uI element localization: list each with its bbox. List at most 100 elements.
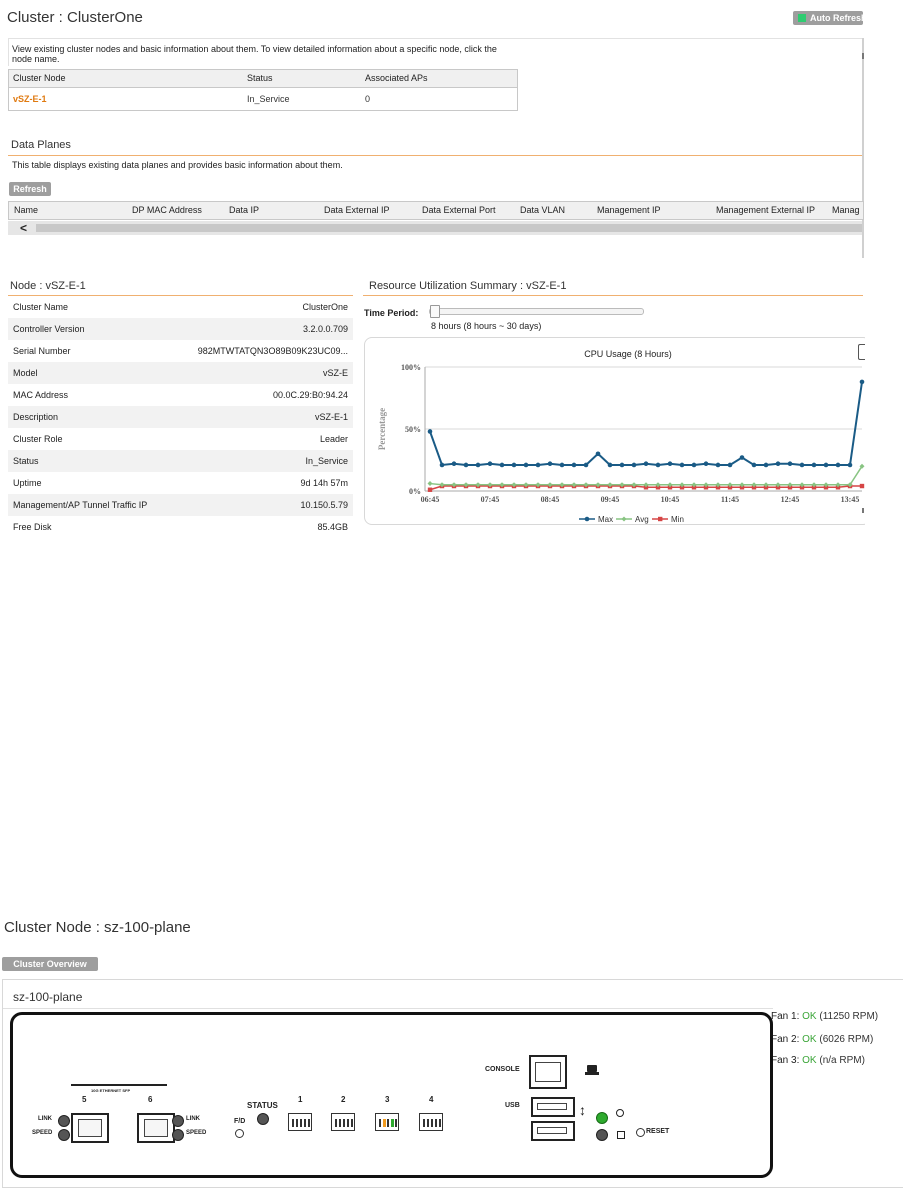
data-point-max bbox=[811, 462, 817, 468]
legend-marker-max bbox=[584, 516, 590, 522]
data-point-min bbox=[427, 487, 433, 492]
column-header-data-vlan[interactable]: Data VLAN bbox=[520, 205, 565, 215]
column-header-management-truncated[interactable]: Manag bbox=[832, 205, 863, 215]
sfp-port-6-number: 6 bbox=[148, 1095, 153, 1104]
column-header-management-external-ip[interactable]: Management External IP bbox=[716, 205, 815, 215]
node-detail-key: Controller Version bbox=[13, 324, 85, 334]
vertical-scrollbar[interactable] bbox=[862, 38, 864, 258]
data-point-max bbox=[559, 462, 565, 468]
x-tick-label: 09:45 bbox=[601, 495, 620, 504]
node-detail-row: Uptime 9d 14h 57m bbox=[8, 472, 353, 494]
right-clip-area bbox=[865, 0, 903, 540]
fan-label: Fan 3: bbox=[771, 1055, 800, 1066]
status-label: STATUS bbox=[247, 1101, 278, 1110]
data-point-max bbox=[499, 462, 505, 468]
data-point-max bbox=[595, 451, 601, 457]
data-point-min bbox=[859, 483, 865, 489]
fan-rpm: (11250 RPM) bbox=[819, 1011, 879, 1022]
series-line-max bbox=[429, 381, 863, 467]
fan-status-row: Fan 2: OK (6026 RPM) bbox=[771, 1034, 873, 1045]
node-detail-value: 10.150.5.79 bbox=[300, 500, 348, 510]
rj45-port-1[interactable] bbox=[288, 1113, 312, 1131]
auto-refresh-label: Auto Refresh bbox=[810, 13, 863, 23]
fd-button-icon[interactable] bbox=[235, 1129, 244, 1138]
column-header-data-external-port[interactable]: Data External Port bbox=[422, 205, 496, 215]
column-header-management-ip[interactable]: Management IP bbox=[597, 205, 661, 215]
sfp-port-5[interactable] bbox=[71, 1113, 109, 1143]
status-led-icon bbox=[257, 1113, 269, 1125]
fan-ok: OK bbox=[802, 1055, 817, 1066]
resource-title: Resource Utilization Summary : vSZ-E-1 bbox=[369, 280, 567, 292]
fan-label: Fan 2: bbox=[771, 1034, 800, 1045]
usb-port-2[interactable] bbox=[531, 1121, 575, 1141]
data-point-max bbox=[823, 462, 829, 468]
sfp-port-5-number: 5 bbox=[82, 1095, 87, 1104]
node-detail-value: vSZ-E bbox=[322, 368, 348, 378]
time-period-slider[interactable] bbox=[429, 305, 644, 318]
y-axis-label: Percentage bbox=[377, 408, 387, 450]
rj45-port-number: 4 bbox=[429, 1095, 434, 1104]
x-tick-label: 12:45 bbox=[781, 495, 800, 504]
node-detail-row: Controller Version 3.2.0.0.709 bbox=[8, 318, 353, 340]
data-point-max bbox=[583, 462, 589, 468]
slider-handle[interactable] bbox=[430, 305, 440, 318]
chart-menu-button[interactable] bbox=[858, 344, 865, 360]
legend-marker-min bbox=[658, 516, 663, 522]
auto-refresh-button[interactable]: Auto Refresh bbox=[793, 11, 863, 25]
data-point-max bbox=[859, 379, 865, 385]
fan-rpm: (6026 RPM) bbox=[819, 1034, 874, 1045]
x-tick-label: 08:45 bbox=[541, 495, 560, 504]
console-port[interactable] bbox=[529, 1055, 567, 1089]
data-point-max bbox=[787, 461, 793, 467]
sfp-port-6[interactable] bbox=[137, 1113, 175, 1143]
data-point-max bbox=[463, 462, 469, 468]
rj45-port-4[interactable] bbox=[419, 1113, 443, 1131]
node-detail-key: Management/AP Tunnel Traffic IP bbox=[13, 500, 148, 510]
data-point-max bbox=[547, 461, 553, 467]
stop-icon bbox=[617, 1131, 625, 1139]
rj45-port-number: 2 bbox=[341, 1095, 346, 1104]
node-detail-row: MAC Address 00.0C.29:B0:94.24 bbox=[8, 384, 353, 406]
data-point-max bbox=[703, 461, 709, 467]
y-tick-label: 0% bbox=[409, 487, 421, 496]
link-label: LINK bbox=[38, 1116, 52, 1122]
device-front-panel: 10G ETHERNET SFP 5 6 LINK SPEED LINK SPE… bbox=[10, 1012, 773, 1178]
reset-button-icon[interactable] bbox=[636, 1128, 645, 1137]
associated-aps-count: 0 bbox=[365, 94, 371, 104]
node-detail-row: Cluster Role Leader bbox=[8, 428, 353, 450]
legend-label-avg: Avg bbox=[635, 515, 649, 524]
node-detail-row: Model vSZ-E bbox=[8, 362, 353, 384]
sfp-header-label: 10G ETHERNET SFP bbox=[91, 1088, 131, 1093]
data-point-max bbox=[523, 462, 529, 468]
legend-label-max: Max bbox=[598, 515, 613, 524]
node-detail-value: vSZ-E-1 bbox=[314, 412, 348, 422]
reset-label: RESET bbox=[646, 1128, 670, 1135]
x-tick-label: 07:45 bbox=[481, 495, 500, 504]
data-point-max bbox=[715, 462, 721, 468]
sfp6-link-led-icon bbox=[172, 1115, 184, 1127]
series-line-avg bbox=[429, 465, 863, 486]
data-point-max bbox=[643, 461, 649, 467]
scroll-tick-bottom bbox=[862, 508, 864, 513]
cpu-usage-chart: CPU Usage (8 Hours) 100% 50% 0% Percentage 06… bbox=[377, 349, 865, 524]
fan-ok: OK bbox=[802, 1011, 817, 1022]
node-detail-row: Management/AP Tunnel Traffic IP 10.150.5.… bbox=[8, 494, 353, 516]
node-detail-row: Status In_Service bbox=[8, 450, 353, 472]
rj45-port-2[interactable] bbox=[331, 1113, 355, 1131]
node-detail-value: 3.2.0.0.709 bbox=[302, 324, 348, 334]
rj45-port-3[interactable] bbox=[375, 1113, 399, 1131]
usb-port-1[interactable] bbox=[531, 1097, 575, 1117]
column-header-associated-aps[interactable]: Associated APs bbox=[365, 73, 428, 83]
node-detail-value: ClusterOne bbox=[302, 302, 348, 312]
console-terminal-icon-base bbox=[585, 1072, 599, 1075]
data-point-max bbox=[655, 462, 661, 468]
node-detail-key: MAC Address bbox=[13, 390, 69, 400]
data-point-max bbox=[847, 462, 853, 468]
node-detail-key: Model bbox=[13, 368, 38, 378]
x-tick-label: 10:45 bbox=[661, 495, 680, 504]
node-detail-key: Cluster Role bbox=[13, 434, 63, 444]
data-point-max bbox=[487, 461, 493, 467]
fan-ok: OK bbox=[802, 1034, 817, 1045]
x-tick-label: 06:45 bbox=[421, 495, 440, 504]
cluster-overview-button[interactable]: Cluster Overview bbox=[2, 957, 98, 971]
